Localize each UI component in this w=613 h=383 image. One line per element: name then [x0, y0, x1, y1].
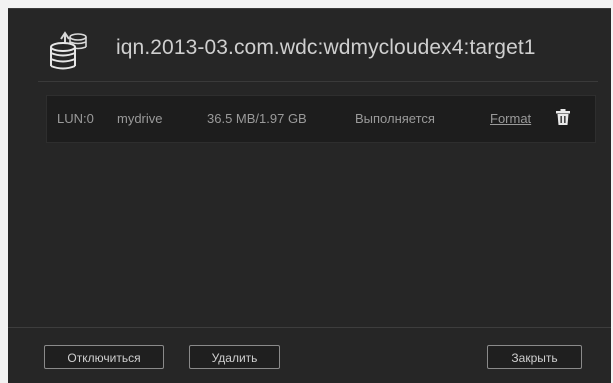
lun-size: 36.5 MB/1.97 GB: [207, 111, 307, 126]
delete-button[interactable]: Удалить: [189, 345, 280, 369]
dialog-title: iqn.2013-03.com.wdc:wdmycloudex4:target1: [116, 36, 536, 59]
format-link[interactable]: Format: [490, 111, 531, 126]
close-button[interactable]: Закрыть: [487, 345, 582, 369]
iscsi-target-dialog: iqn.2013-03.com.wdc:wdmycloudex4:target1…: [8, 8, 611, 383]
footer-divider: [8, 327, 611, 328]
lun-name: mydrive: [117, 111, 163, 126]
lun-status: Выполняется: [355, 111, 435, 126]
lun-id: LUN:0: [57, 111, 94, 126]
trash-icon[interactable]: [556, 109, 570, 125]
dialog-header: iqn.2013-03.com.wdc:wdmycloudex4:target1: [8, 9, 611, 82]
lun-list: LUN:0 mydrive 36.5 MB/1.97 GB Выполняетс…: [46, 95, 596, 143]
disconnect-button[interactable]: Отключиться: [44, 345, 164, 369]
lun-row: LUN:0 mydrive 36.5 MB/1.97 GB Выполняетс…: [47, 96, 595, 142]
database-share-icon: [47, 27, 91, 71]
header-divider: [38, 81, 598, 82]
